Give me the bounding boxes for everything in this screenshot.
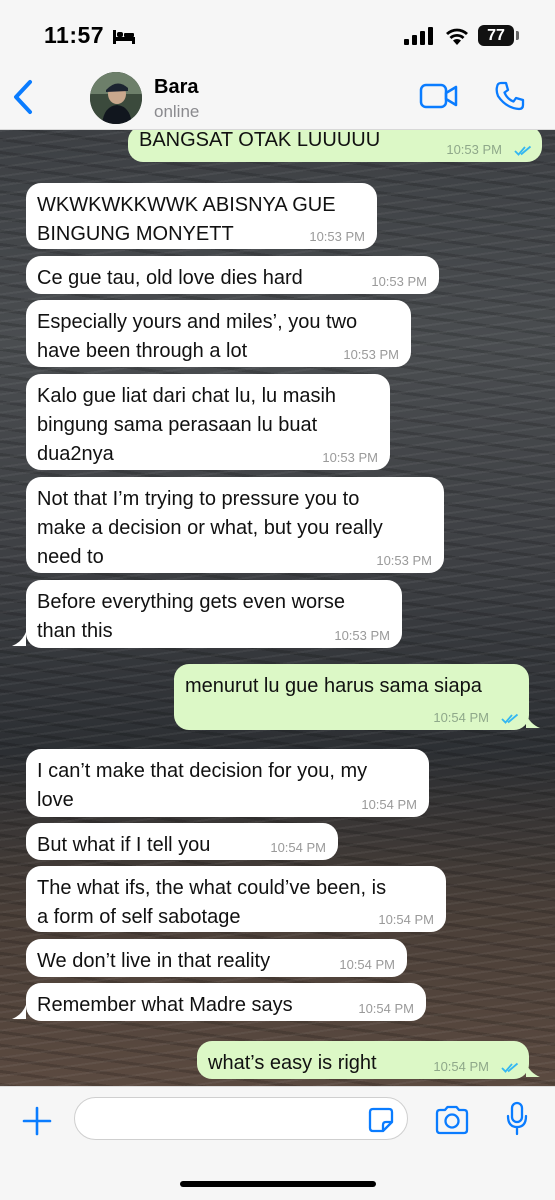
message-bubble-incoming[interactable]: I can’t make that decision for you, my l… bbox=[26, 749, 429, 817]
message-bubble-incoming[interactable]: We don’t live in that reality 10:54 PM bbox=[26, 939, 407, 977]
message-time: 10:54 PM bbox=[361, 797, 417, 812]
bubble-tail bbox=[12, 1005, 26, 1019]
read-receipt-icon bbox=[501, 713, 519, 724]
message-bubble-incoming[interactable]: WKWKWKKWWK ABISNYA GUE BINGUNG MONYETT 1… bbox=[26, 183, 377, 249]
message-time: 10:53 PM bbox=[446, 142, 502, 157]
message-time: 10:54 PM bbox=[339, 957, 395, 972]
message-bubble-incoming[interactable]: But what if I tell you 10:54 PM bbox=[26, 823, 338, 860]
message-time: 10:54 PM bbox=[358, 1001, 414, 1016]
message-bubble-incoming[interactable]: Not that I’m trying to pressure you to m… bbox=[26, 477, 444, 573]
message-time: 10:54 PM bbox=[270, 840, 326, 855]
plus-icon[interactable] bbox=[21, 1105, 53, 1137]
message-bubble-outgoing[interactable]: BANGSAT OTAK LUUUUU 10:53 PM bbox=[128, 130, 542, 162]
message-bubble-outgoing[interactable]: menurut lu gue harus sama siapa 10:54 PM bbox=[174, 664, 529, 730]
message-time: 10:53 PM bbox=[309, 229, 365, 244]
voice-call-icon[interactable] bbox=[495, 81, 525, 111]
message-time: 10:53 PM bbox=[334, 628, 390, 643]
video-call-icon[interactable] bbox=[419, 82, 459, 110]
message-bubble-incoming[interactable]: Kalo gue liat dari chat lu, lu masih bin… bbox=[26, 374, 390, 470]
signal-icon bbox=[404, 27, 433, 45]
message-text: Ce gue tau, old love dies hard bbox=[37, 267, 303, 289]
camera-icon[interactable] bbox=[434, 1105, 470, 1135]
chat-header: Bara online bbox=[0, 64, 555, 130]
bubble-tail bbox=[526, 714, 540, 728]
chat-area[interactable]: BANGSAT OTAK LUUUUU 10:53 PM WKWKWKKWWK … bbox=[0, 130, 555, 1086]
read-receipt-icon bbox=[514, 145, 532, 156]
message-time: 10:54 PM bbox=[433, 710, 489, 725]
message-time: 10:53 PM bbox=[322, 450, 378, 465]
message-bubble-incoming[interactable]: Ce gue tau, old love dies hard 10:53 PM bbox=[26, 256, 439, 294]
microphone-icon[interactable] bbox=[506, 1101, 528, 1137]
wifi-icon bbox=[446, 28, 468, 45]
status-time: 11:57 bbox=[44, 22, 105, 48]
message-bubble-incoming[interactable]: Remember what Madre says 10:54 PM bbox=[26, 983, 426, 1021]
message-text: The what ifs, the what could’ve been, is… bbox=[37, 877, 387, 928]
message-text: menurut lu gue harus sama siapa bbox=[185, 675, 482, 697]
message-text: Not that I’m trying to pressure you to m… bbox=[37, 488, 383, 568]
message-bubble-incoming[interactable]: Before everything gets even worse than t… bbox=[26, 580, 402, 648]
message-time: 10:53 PM bbox=[371, 274, 427, 289]
bubble-tail bbox=[526, 1063, 540, 1077]
battery-indicator: 77 bbox=[478, 25, 514, 46]
contact-name[interactable]: Bara bbox=[154, 76, 198, 99]
message-bubble-incoming[interactable]: Especially yours and miles’, you two hav… bbox=[26, 300, 411, 367]
bubble-tail bbox=[12, 632, 26, 646]
message-input[interactable] bbox=[74, 1097, 408, 1140]
battery-cap bbox=[516, 31, 519, 40]
read-receipt-icon bbox=[501, 1062, 519, 1073]
bed-icon bbox=[113, 30, 135, 44]
message-time: 10:53 PM bbox=[343, 347, 399, 362]
message-time: 10:54 PM bbox=[433, 1059, 489, 1074]
status-bar: 11:57 77 bbox=[0, 0, 555, 64]
sticker-icon[interactable] bbox=[368, 1107, 394, 1133]
message-bubble-outgoing[interactable]: what’s easy is right 10:54 PM bbox=[197, 1041, 529, 1079]
back-chevron-icon[interactable] bbox=[10, 78, 36, 116]
home-indicator[interactable] bbox=[180, 1181, 376, 1187]
message-bubble-incoming[interactable]: The what ifs, the what could’ve been, is… bbox=[26, 866, 446, 932]
contact-status: online bbox=[154, 102, 200, 121]
message-time: 10:53 PM bbox=[376, 553, 432, 568]
composer-bar bbox=[0, 1086, 555, 1200]
message-time: 10:54 PM bbox=[378, 912, 434, 927]
contact-avatar[interactable] bbox=[90, 72, 142, 124]
